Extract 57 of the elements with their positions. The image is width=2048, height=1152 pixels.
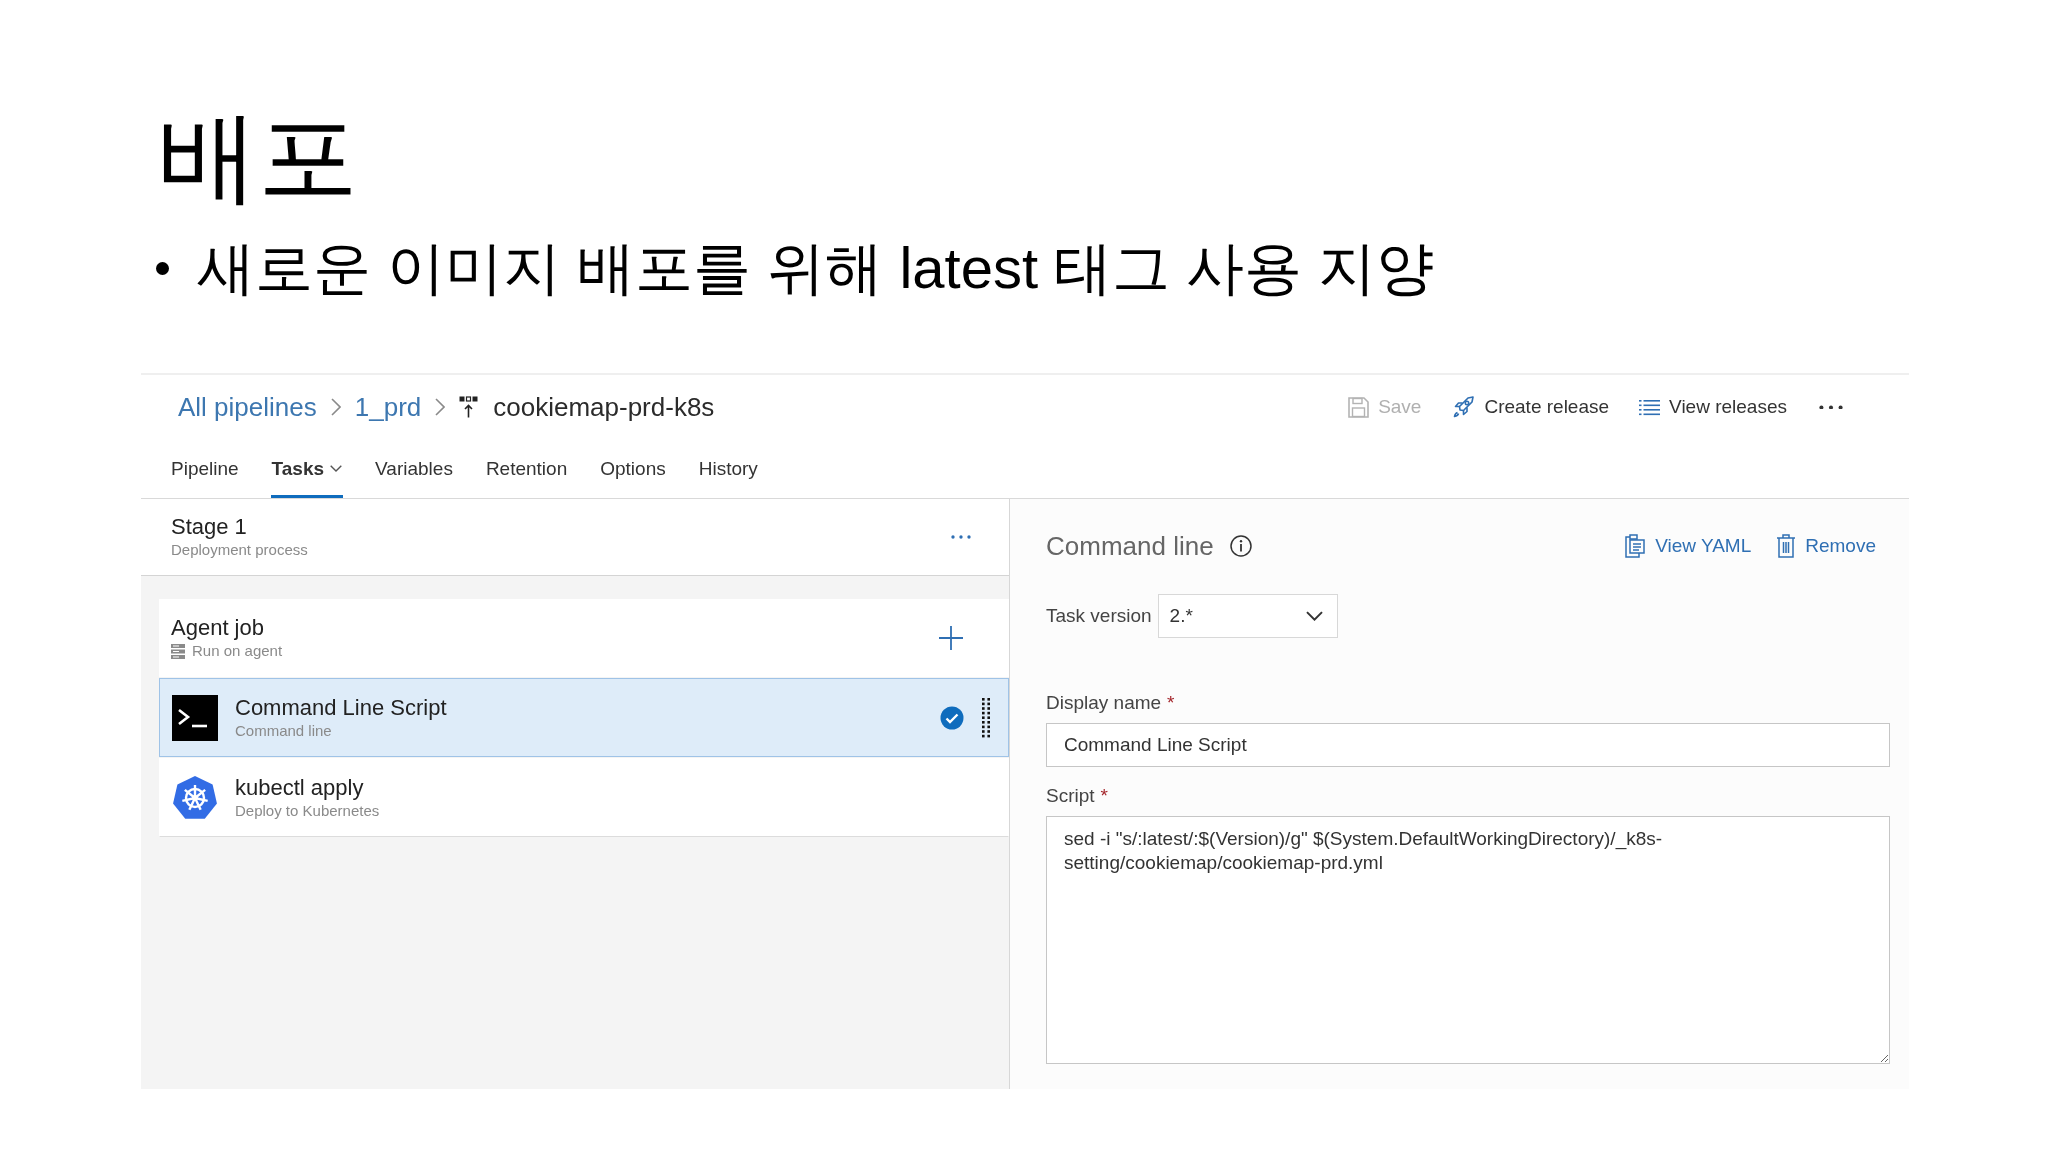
gripper-icon [982, 697, 990, 738]
required-mark: * [1167, 691, 1175, 715]
clipboard-icon [1625, 534, 1646, 558]
server-icon [171, 643, 185, 659]
list-icon [1639, 398, 1661, 416]
tab[interactable]: Retention [484, 439, 569, 498]
check-circle-icon [940, 705, 964, 730]
remove-button[interactable]: Remove [1775, 529, 1878, 563]
more-icon [951, 535, 971, 539]
save-icon [1348, 396, 1370, 418]
chevron-right-icon [435, 398, 446, 416]
view-yaml-button[interactable]: View YAML [1623, 529, 1754, 563]
field-label: Display name [1046, 691, 1162, 715]
chevron-down-icon [330, 465, 343, 473]
view-releases-button[interactable]: View releases [1637, 388, 1789, 426]
task-title: kubectl apply [235, 774, 365, 801]
slide-title: 배포 [158, 106, 358, 206]
stage-header[interactable]: Stage 1 Deployment process [141, 499, 1009, 576]
stage-title: Stage 1 [171, 514, 248, 541]
task-subtitle: Deploy to Kubernetes [235, 800, 380, 821]
task-title: Command Line Script [235, 694, 447, 721]
tab[interactable]: Options [599, 439, 667, 498]
terminal-icon [172, 694, 218, 741]
trash-icon [1777, 534, 1796, 558]
version-dropdown[interactable]: 2.* [1157, 594, 1338, 638]
agent-job-title: Agent job [171, 615, 265, 642]
chevron-right-icon [330, 398, 341, 416]
bullet-text: 새로운 이미지 배포를 위해 latest 태그 사용 지양 [197, 234, 1435, 302]
required-mark: * [1100, 784, 1108, 808]
script-field[interactable]: sed -i "s/:latest/:$(Version)/g" $(System.DefaultWorkingDirectory)/_k8s-setting/cookiemap/cookiemap-prd.yml [1046, 816, 1890, 1064]
pipeline-name: cookiemap-prd-k8s [493, 390, 715, 424]
add-task-button[interactable] [939, 626, 963, 650]
field-label: Task version [1046, 603, 1152, 628]
breadcrumb-link[interactable]: All pipelines [178, 387, 317, 427]
wheel-icon [172, 774, 218, 821]
task-item[interactable]: Command Line Script Command line [159, 678, 1009, 757]
create-release-button[interactable]: Create release [1449, 388, 1612, 426]
task-subtitle: Command line [235, 720, 333, 741]
more-icon [1819, 404, 1843, 410]
plus-icon [939, 626, 963, 650]
pipeline-icon [459, 396, 480, 418]
breadcrumb-link[interactable]: 1_prd [354, 387, 422, 427]
chevron-down-icon [1305, 610, 1323, 622]
tab[interactable]: Pipeline [170, 439, 240, 498]
stage-subtitle: Deployment process [171, 540, 308, 560]
bullet-icon [156, 261, 169, 275]
agent-job-subtitle: Run on agent [192, 641, 283, 661]
task-detail-title: Command line [1046, 529, 1214, 563]
rocket-icon [1451, 395, 1476, 419]
info-icon [1229, 535, 1252, 557]
tab[interactable]: Variables [374, 439, 454, 498]
stage-more-button[interactable] [951, 535, 971, 539]
agent-job-card[interactable]: Agent job Run on agent [159, 599, 1009, 677]
input-field[interactable]: Command Line Script [1046, 723, 1890, 767]
task-item[interactable]: kubectl apply Deploy to Kubernetes [159, 758, 1009, 837]
field-label: Script [1046, 784, 1095, 808]
tab[interactable]: History [697, 439, 759, 498]
